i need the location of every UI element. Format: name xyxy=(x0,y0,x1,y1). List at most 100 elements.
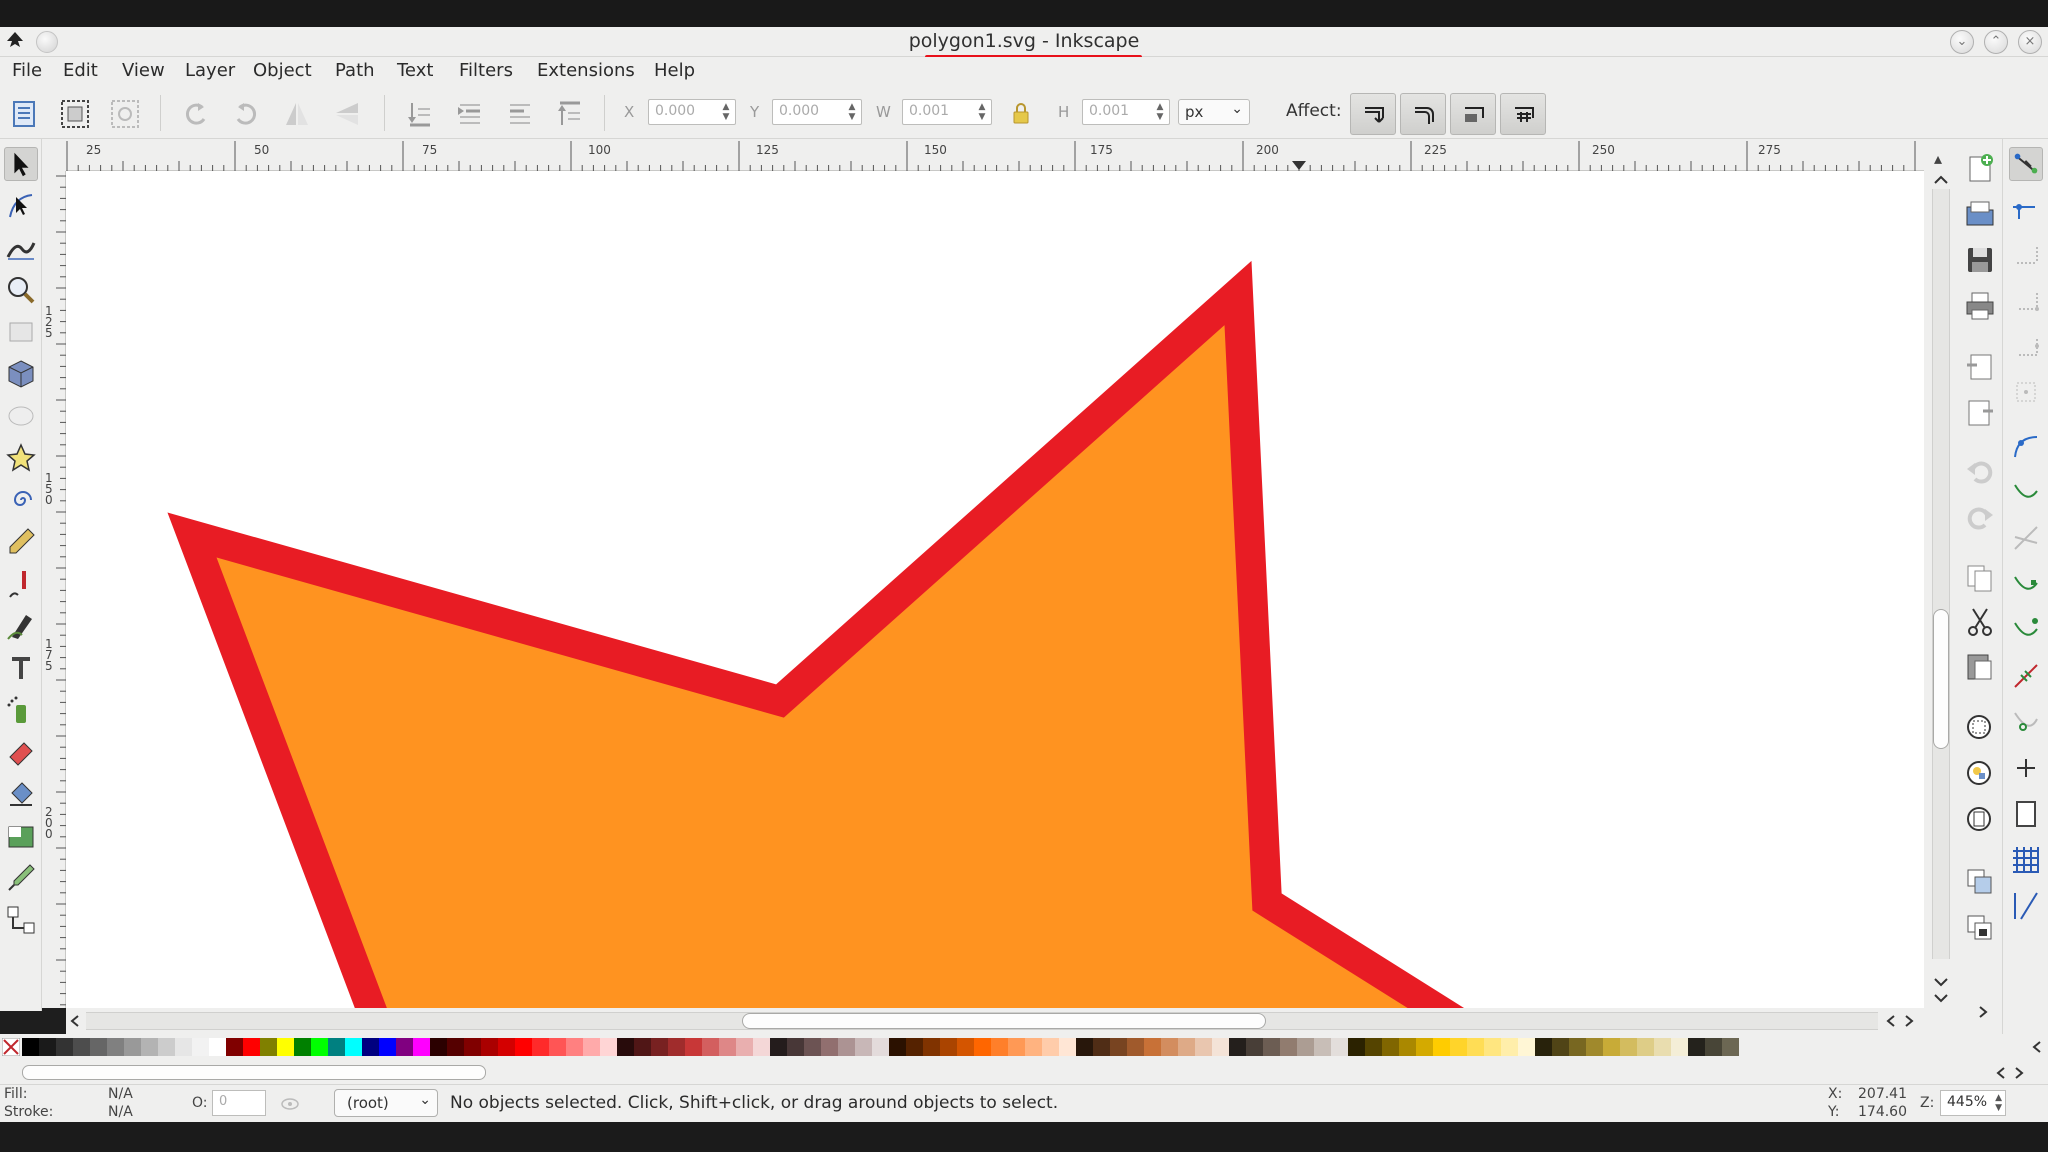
snap-page-border-icon[interactable] xyxy=(2009,797,2043,831)
palette-menu-chevron-icon[interactable] xyxy=(2030,1040,2044,1054)
menu-layer[interactable]: Layer xyxy=(185,60,235,81)
horizontal-ruler[interactable]: 25 50 75 100 125 150 175 200 225 250 275 xyxy=(66,139,1924,171)
snap-bbox-edges-icon[interactable] xyxy=(2009,237,2043,271)
scale-stroke-toggle[interactable] xyxy=(1350,93,1396,135)
color-swatch[interactable] xyxy=(804,1038,821,1056)
color-swatch[interactable] xyxy=(1144,1038,1161,1056)
color-swatch[interactable] xyxy=(328,1038,345,1056)
color-swatch[interactable] xyxy=(226,1038,243,1056)
opacity-field[interactable]: 0 xyxy=(212,1090,266,1116)
export-icon[interactable] xyxy=(1963,395,1997,429)
snap-smooth-nodes-icon[interactable] xyxy=(2009,613,2043,647)
color-swatch[interactable] xyxy=(1161,1038,1178,1056)
color-swatch[interactable] xyxy=(1365,1038,1382,1056)
snap-paths-icon[interactable] xyxy=(2009,475,2043,509)
tweak-tool-icon[interactable] xyxy=(4,231,38,265)
color-swatch[interactable] xyxy=(260,1038,277,1056)
unit-select[interactable]: px ⌄ xyxy=(1178,99,1250,125)
color-swatch[interactable] xyxy=(311,1038,328,1056)
color-swatch[interactable] xyxy=(1501,1038,1518,1056)
new-document-icon[interactable] xyxy=(1963,151,1997,185)
node-tool-icon[interactable] xyxy=(4,189,38,223)
color-swatch[interactable] xyxy=(1603,1038,1620,1056)
color-swatch[interactable] xyxy=(1620,1038,1637,1056)
color-swatch[interactable] xyxy=(889,1038,906,1056)
color-swatch[interactable] xyxy=(617,1038,634,1056)
scroll-track[interactable] xyxy=(1932,189,1950,959)
menu-file[interactable]: File xyxy=(12,60,42,81)
3d-box-tool-icon[interactable] xyxy=(4,357,38,391)
color-swatch[interactable] xyxy=(1076,1038,1093,1056)
snap-cusp-nodes-icon[interactable] xyxy=(2009,567,2043,601)
spiral-tool-icon[interactable] xyxy=(4,483,38,517)
lower-to-bottom-icon[interactable] xyxy=(402,97,436,131)
spin-arrows-icon[interactable]: ▲ ▼ xyxy=(845,102,859,122)
color-swatch[interactable] xyxy=(1535,1038,1552,1056)
scroll-up-icon[interactable]: ▴ xyxy=(1934,149,1942,168)
color-swatch[interactable] xyxy=(940,1038,957,1056)
menu-extensions[interactable]: Extensions xyxy=(537,60,635,81)
color-swatch[interactable] xyxy=(22,1038,39,1056)
color-swatch[interactable] xyxy=(1297,1038,1314,1056)
color-swatch[interactable] xyxy=(464,1038,481,1056)
zoom-field[interactable]: 445% ▲ ▼ xyxy=(1940,1090,2006,1116)
color-swatch[interactable] xyxy=(872,1038,889,1056)
hide-layer-icon[interactable] xyxy=(280,1095,300,1113)
color-swatch[interactable] xyxy=(1637,1038,1654,1056)
spin-arrows-icon[interactable]: ▲ ▼ xyxy=(975,102,989,122)
scroll-thumb[interactable] xyxy=(742,1013,1266,1029)
text-tool-icon[interactable] xyxy=(4,651,38,685)
snap-bbox-centers-icon[interactable] xyxy=(2009,375,2043,409)
color-swatch[interactable] xyxy=(209,1038,226,1056)
scroll-left-arrow-icon[interactable] xyxy=(68,1014,82,1028)
w-field[interactable]: 0.001 ▲ ▼ xyxy=(902,99,992,125)
color-swatch[interactable] xyxy=(821,1038,838,1056)
color-swatch[interactable] xyxy=(1569,1038,1586,1056)
color-swatch[interactable] xyxy=(974,1038,991,1056)
move-patterns-toggle[interactable] xyxy=(1500,93,1546,135)
color-swatch[interactable] xyxy=(1093,1038,1110,1056)
color-swatch[interactable] xyxy=(1348,1038,1365,1056)
drawing-canvas[interactable] xyxy=(66,171,1924,1008)
save-icon[interactable] xyxy=(1963,243,1997,277)
color-swatch[interactable] xyxy=(549,1038,566,1056)
layer-select[interactable]: (root) ⌄ xyxy=(334,1089,438,1117)
color-swatch[interactable] xyxy=(175,1038,192,1056)
color-swatch[interactable] xyxy=(192,1038,209,1056)
calligraphy-tool-icon[interactable] xyxy=(4,609,38,643)
snap-guides-icon[interactable] xyxy=(2009,889,2043,923)
color-swatch[interactable] xyxy=(1246,1038,1263,1056)
color-swatch[interactable] xyxy=(73,1038,90,1056)
color-swatch[interactable] xyxy=(651,1038,668,1056)
color-swatch[interactable] xyxy=(481,1038,498,1056)
polygon-shape[interactable] xyxy=(167,260,1568,1008)
vertical-scrollbar[interactable]: ▴ xyxy=(1924,139,1958,1008)
snap-toggle-icon[interactable] xyxy=(2009,147,2043,181)
color-swatch[interactable] xyxy=(1416,1038,1433,1056)
color-swatch[interactable] xyxy=(736,1038,753,1056)
deselect-icon[interactable] xyxy=(108,97,142,131)
color-swatch[interactable] xyxy=(90,1038,107,1056)
color-swatch[interactable] xyxy=(1399,1038,1416,1056)
zoom-tool-icon[interactable] xyxy=(4,273,38,307)
color-swatch[interactable] xyxy=(855,1038,872,1056)
color-swatch[interactable] xyxy=(1314,1038,1331,1056)
color-swatch[interactable] xyxy=(107,1038,124,1056)
selector-tool-icon[interactable] xyxy=(4,147,38,181)
ellipse-tool-icon[interactable] xyxy=(4,399,38,433)
scale-corners-toggle[interactable] xyxy=(1400,93,1446,135)
color-swatch[interactable] xyxy=(1382,1038,1399,1056)
color-swatch[interactable] xyxy=(1552,1038,1569,1056)
duplicate-icon[interactable] xyxy=(1963,865,1997,899)
color-swatch[interactable] xyxy=(379,1038,396,1056)
color-swatch[interactable] xyxy=(719,1038,736,1056)
color-swatch[interactable] xyxy=(1042,1038,1059,1056)
color-swatch[interactable] xyxy=(1654,1038,1671,1056)
color-swatch[interactable] xyxy=(600,1038,617,1056)
color-swatch[interactable] xyxy=(532,1038,549,1056)
zoom-selection-icon[interactable] xyxy=(1963,711,1997,745)
color-swatch[interactable] xyxy=(1008,1038,1025,1056)
color-swatch[interactable] xyxy=(294,1038,311,1056)
menu-filters[interactable]: Filters xyxy=(459,60,513,81)
color-swatch[interactable] xyxy=(838,1038,855,1056)
